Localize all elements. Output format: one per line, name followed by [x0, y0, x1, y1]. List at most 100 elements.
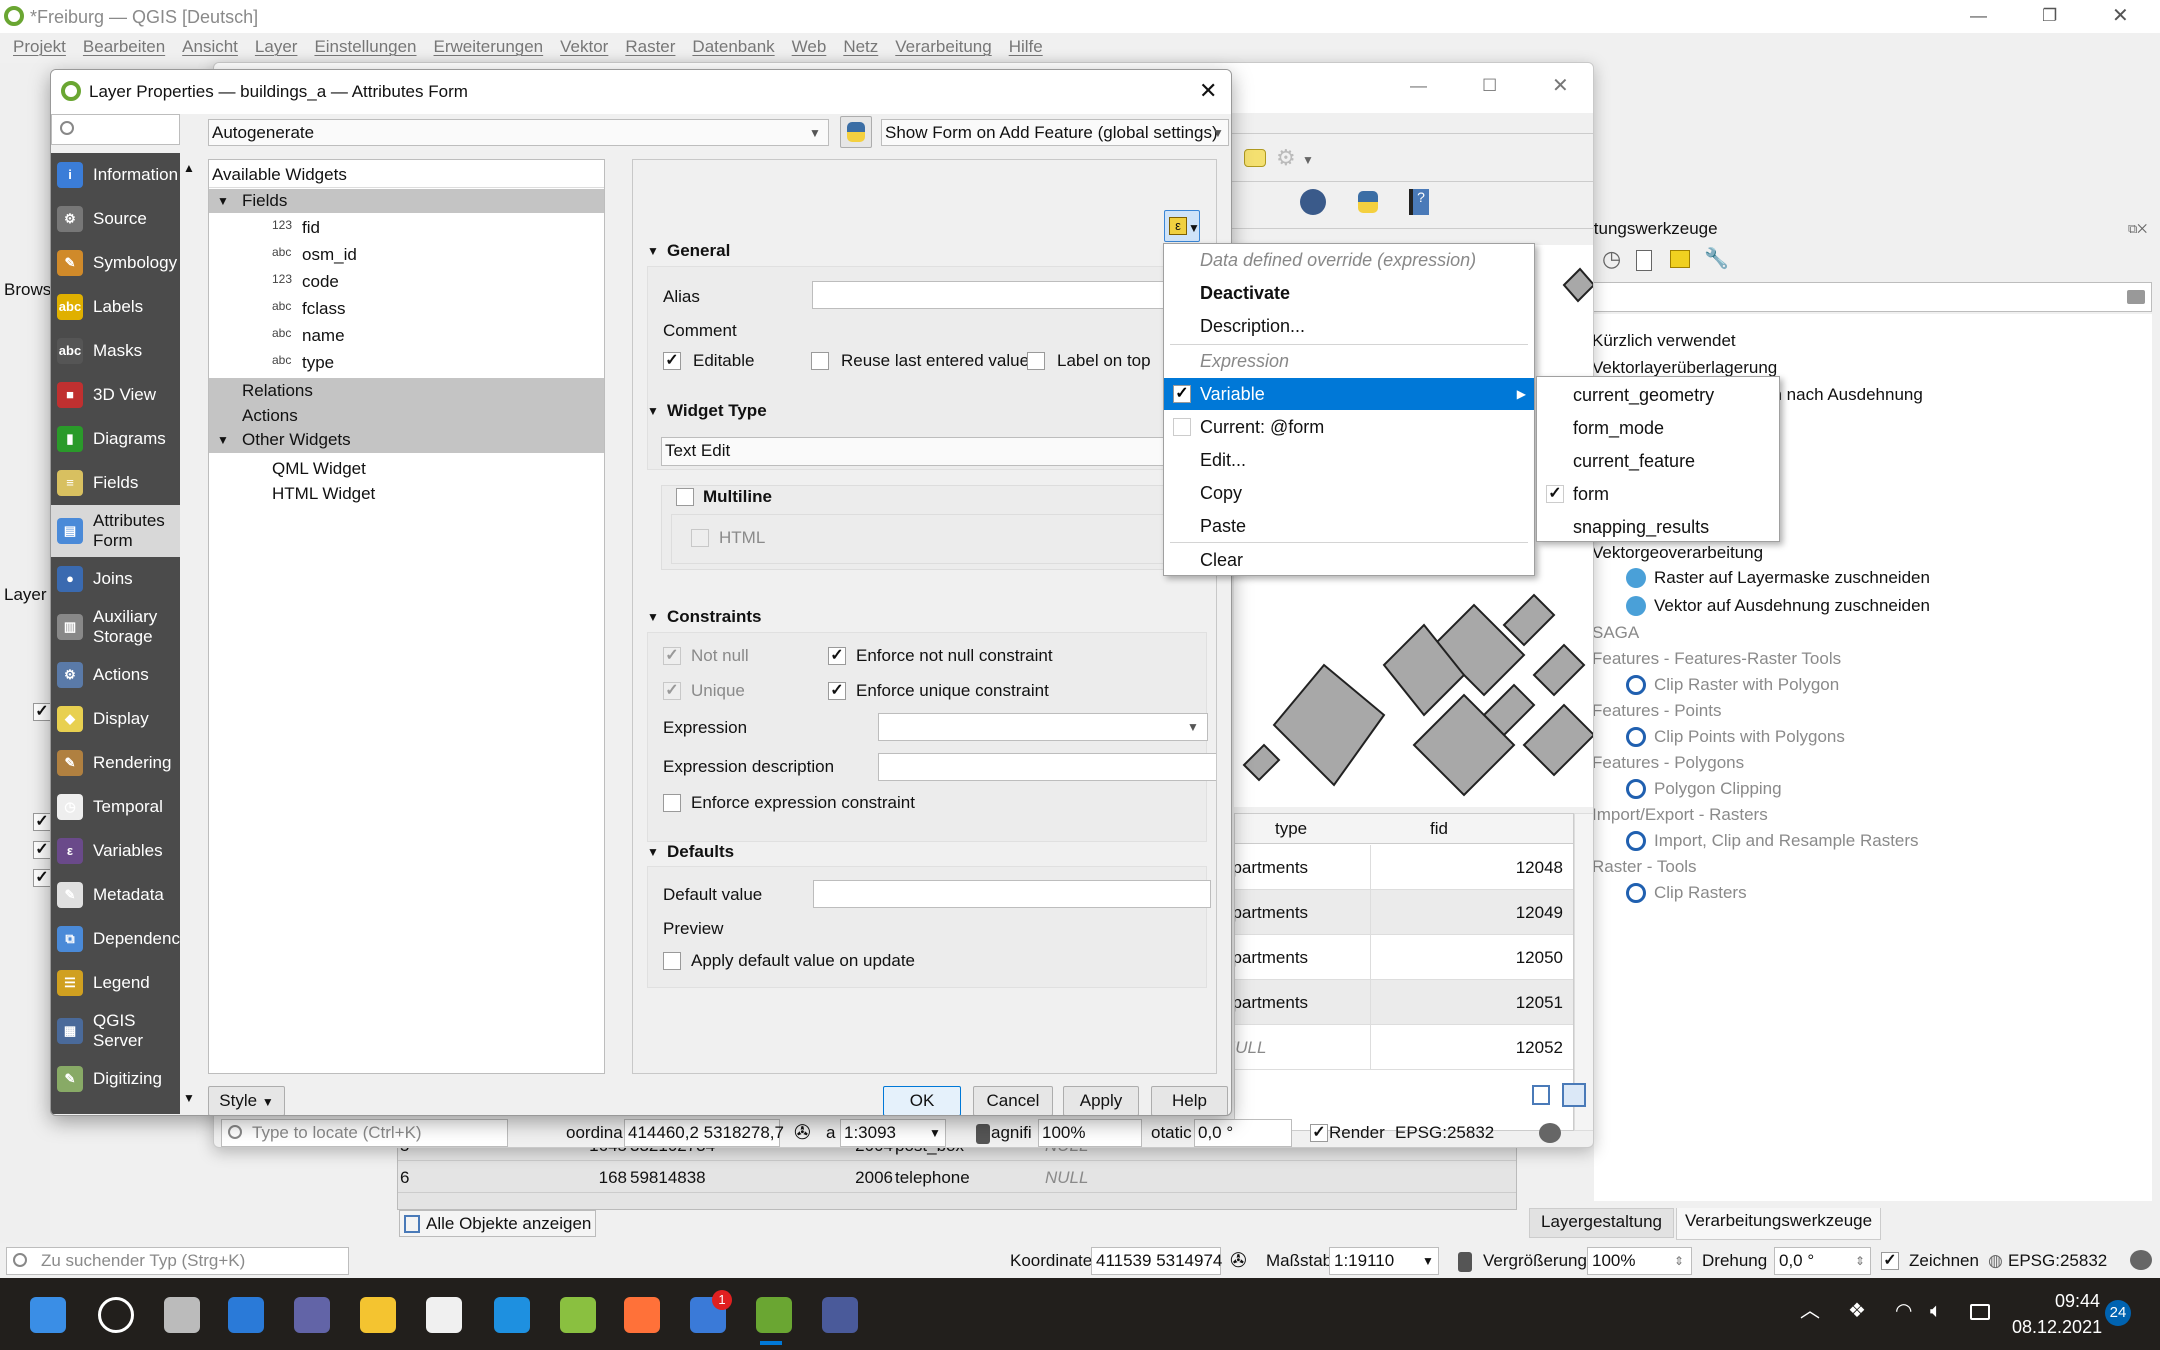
- clock-time[interactable]: 09:44: [2012, 1288, 2100, 1314]
- sidebar-item-digitizing[interactable]: ✎ Digitizing: [51, 1057, 180, 1101]
- python-console-icon[interactable]: [1358, 191, 1378, 213]
- submenu-item-form-mode[interactable]: form_mode: [1537, 412, 1779, 444]
- tree-item-field[interactable]: type: [302, 350, 334, 376]
- layer-checkbox[interactable]: ✓: [33, 841, 51, 859]
- menu-web[interactable]: Web: [792, 37, 827, 56]
- crs-button[interactable]: EPSG:25832: [2008, 1248, 2107, 1274]
- app-l-icon[interactable]: [494, 1297, 530, 1333]
- tree-item-relations[interactable]: Relations: [242, 378, 313, 404]
- magnifier-spinbox[interactable]: 100% ⇕: [1587, 1247, 1692, 1275]
- processing-algorithm[interactable]: Clip Rasters: [1654, 880, 1747, 906]
- sidebar-item-fields[interactable]: ≡ Fields: [51, 461, 180, 505]
- menu-erweiterungen[interactable]: Erweiterungen: [434, 37, 544, 56]
- volume-icon[interactable]: 🔈︎: [1930, 1298, 1942, 1324]
- menu-item-paste[interactable]: Paste: [1164, 510, 1534, 542]
- editable-checkbox[interactable]: ✓: [663, 352, 681, 370]
- column-header-fid[interactable]: fid: [1430, 816, 1448, 842]
- notepad-icon[interactable]: [560, 1297, 596, 1333]
- layer-checkbox[interactable]: ✓: [33, 703, 51, 721]
- tree-item-other-widgets[interactable]: Other Widgets: [242, 427, 351, 453]
- store-icon[interactable]: [426, 1297, 462, 1333]
- render-checkbox[interactable]: ✓: [1310, 1124, 1328, 1142]
- enforce-expression-checkbox[interactable]: [663, 794, 681, 812]
- collapse-icon[interactable]: ▼: [217, 427, 229, 453]
- suppress-form-combo[interactable]: Show Form on Add Feature (global setting…: [881, 119, 1229, 146]
- lock-icon[interactable]: [1458, 1252, 1472, 1272]
- scale-combo[interactable]: 1:19110 ▼: [1329, 1247, 1439, 1275]
- menu-item-deactivate[interactable]: Deactivate: [1164, 277, 1534, 309]
- table-row[interactable]: apartments 12050: [1235, 935, 1573, 980]
- task-view-icon[interactable]: [164, 1297, 200, 1333]
- widgets-icon[interactable]: [228, 1297, 264, 1333]
- sidebar-item-actions[interactable]: ⚙ Actions: [51, 653, 180, 697]
- sidebar-item-auxiliary-storage[interactable]: ▥ Auxiliary Storage: [51, 601, 180, 653]
- tree-item-html-widget[interactable]: HTML Widget: [272, 481, 375, 507]
- tree-item-field[interactable]: fclass: [302, 296, 345, 322]
- battery-icon[interactable]: [1970, 1304, 1990, 1320]
- tree-item-field[interactable]: code: [302, 269, 339, 295]
- tree-item-actions[interactable]: Actions: [242, 403, 298, 429]
- expression-combo[interactable]: ▼: [878, 713, 1208, 741]
- edit-model-icon[interactable]: [1670, 250, 1690, 268]
- tree-item-field[interactable]: fid: [302, 215, 320, 241]
- teams-chat-icon[interactable]: [294, 1297, 330, 1333]
- georeferencer-globe-icon[interactable]: [1300, 189, 1326, 215]
- label-on-top-checkbox[interactable]: [1027, 352, 1045, 370]
- processing-algorithm[interactable]: Import, Clip and Resample Rasters: [1654, 828, 1919, 854]
- magnifier-spinbox[interactable]: 100%: [1038, 1119, 1142, 1147]
- layer-checkbox[interactable]: ✓: [33, 813, 51, 831]
- processing-algorithm[interactable]: Vektor auf Ausdehnung zuschneiden: [1654, 593, 1930, 619]
- options-wrench-icon[interactable]: 🔧: [1704, 246, 1729, 272]
- crs-button[interactable]: EPSG:25832: [1395, 1120, 1494, 1146]
- alias-data-defined-button[interactable]: ε ▼: [1164, 210, 1200, 242]
- menu-raster[interactable]: Raster: [625, 37, 675, 56]
- processing-group[interactable]: SAGA: [1594, 620, 1639, 646]
- locate-search-input[interactable]: Zu suchender Typ (Strg+K): [6, 1247, 349, 1275]
- widget-type-combo[interactable]: Text Edit: [661, 437, 1216, 466]
- tree-item-recent[interactable]: Kürzlich verwendet: [1594, 328, 1736, 354]
- menu-datenbank[interactable]: Datenbank: [692, 37, 774, 56]
- tree-item-qml-widget[interactable]: QML Widget: [272, 456, 366, 482]
- processing-algorithm[interactable]: Raster auf Layermaske zuschneiden: [1654, 565, 1930, 591]
- processing-group[interactable]: Vektorgeoverarbeitung: [1594, 540, 1763, 566]
- help-icon[interactable]: ?: [1409, 189, 1429, 215]
- reuse-last-value-checkbox[interactable]: [811, 352, 829, 370]
- html-checkbox[interactable]: [691, 529, 709, 547]
- clock-date[interactable]: 08.12.2021: [2012, 1314, 2102, 1340]
- rotation-spinbox[interactable]: 0,0 °: [1194, 1119, 1292, 1147]
- window2-close-button[interactable]: ✕: [1552, 73, 1569, 99]
- table-row[interactable]: 516453321027342004post_boxNULL: [398, 1147, 1516, 1161]
- processing-group[interactable]: Features - Features-Raster Tools: [1594, 646, 1841, 672]
- enforce-unique-checkbox[interactable]: ✓: [828, 682, 846, 700]
- processing-group[interactable]: Import/Export - Rasters: [1594, 802, 1768, 828]
- menu-projekt[interactable]: Projekt: [13, 37, 66, 56]
- menu-layer[interactable]: Layer: [255, 37, 298, 56]
- rotation-spinbox[interactable]: 0,0 ° ⇕: [1774, 1247, 1871, 1275]
- sidebar-item-legend[interactable]: ☰ Legend: [51, 961, 180, 1005]
- menu-hilfe[interactable]: Hilfe: [1009, 37, 1043, 56]
- processing-search-input[interactable]: [1594, 282, 2152, 312]
- menu-einstellungen[interactable]: Einstellungen: [314, 37, 416, 56]
- submenu-item-current-feature[interactable]: current_feature: [1537, 445, 1779, 477]
- spin-arrows-icon[interactable]: ⇕: [1674, 1248, 1684, 1274]
- sidebar-item-variables[interactable]: ε Variables: [51, 829, 180, 873]
- submenu-item-snapping-results[interactable]: snapping_results: [1537, 511, 1779, 543]
- file-explorer-icon[interactable]: [360, 1297, 396, 1333]
- processing-group[interactable]: Features - Points: [1594, 698, 1721, 724]
- enforce-not-null-checkbox[interactable]: ✓: [828, 647, 846, 665]
- mouse-coords-icon[interactable]: ✇: [794, 1120, 811, 1146]
- show-hidden-icons-button[interactable]: ︿: [1800, 1298, 1820, 1324]
- notification-badge[interactable]: 24: [2105, 1300, 2131, 1326]
- collapse-icon[interactable]: ▼: [647, 238, 659, 264]
- menu-item-clear[interactable]: Clear: [1164, 544, 1534, 576]
- close-button[interactable]: ✕: [2112, 3, 2129, 29]
- spin-arrows-icon[interactable]: ⇕: [1855, 1248, 1865, 1274]
- messages-icon[interactable]: [1539, 1123, 1561, 1143]
- multiline-checkbox[interactable]: [676, 488, 694, 506]
- sidebar-item-diagrams[interactable]: ▮ Diagrams: [51, 417, 180, 461]
- dropbox-icon[interactable]: ❖: [1848, 1298, 1866, 1324]
- processing-group[interactable]: Features - Polygons: [1594, 750, 1744, 776]
- sidebar-item-temporal[interactable]: ◷ Temporal: [51, 785, 180, 829]
- sidebar-item-joins[interactable]: ● Joins: [51, 557, 180, 601]
- keepass-icon[interactable]: [822, 1297, 858, 1333]
